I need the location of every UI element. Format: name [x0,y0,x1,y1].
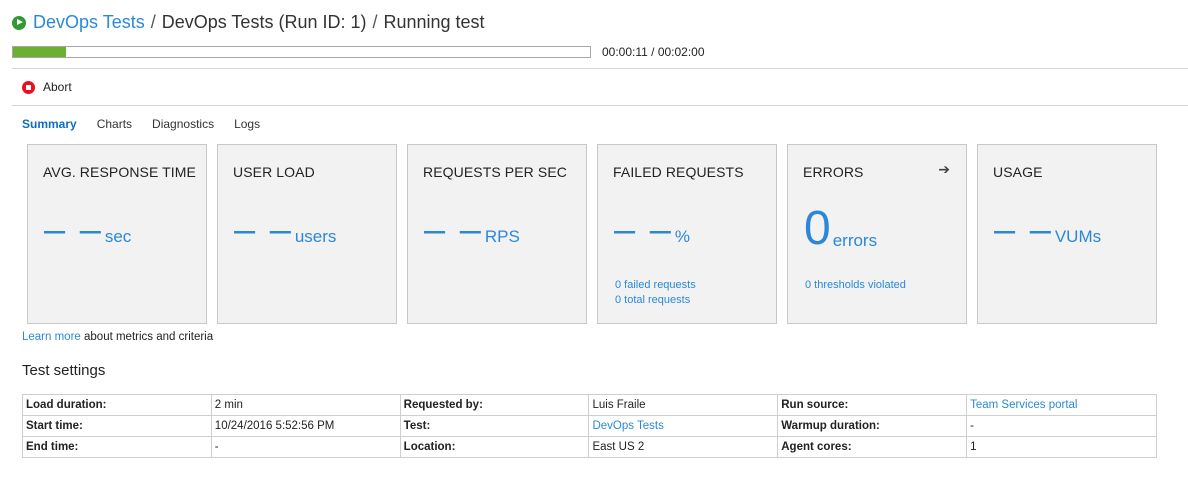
run-progress: 00:00:11 / 00:02:00 [12,45,705,59]
metric-unit: sec [104,227,132,246]
metric-card-user-load[interactable]: USER LOAD – – users [217,144,397,324]
setting-value: 1 [966,436,1157,458]
setting-value: Luis Fraile [588,394,779,416]
metric-title: ERRORS [803,164,864,180]
metric-number: – – [44,209,103,251]
progress-time: 00:00:11 / 00:02:00 [602,45,705,59]
metric-number: 0 [804,202,831,255]
learn-more-text: about metrics and criteria [80,331,214,343]
metric-title: USAGE [993,164,1043,180]
failed-requests-count-link[interactable]: 0 failed requests [615,279,696,291]
metric-number: – – [424,209,483,251]
metric-title: REQUESTS PER SEC [423,164,567,180]
metric-value: – – sec [44,211,131,249]
metric-value: – – % [614,211,690,249]
setting-label: Warmup duration: [777,415,968,437]
metric-unit: % [674,227,690,246]
divider [12,68,1188,69]
breadcrumb-root-link[interactable]: DevOps Tests [33,12,145,32]
metric-value: – – VUMs [994,211,1101,249]
table-row: Load duration: 2 min Requested by: Luis … [22,394,1157,416]
thresholds-violated-link[interactable]: 0 thresholds violated [805,279,906,291]
metric-unit: errors [832,231,878,250]
setting-value: - [210,436,401,458]
metric-title: USER LOAD [233,164,315,180]
run-source-link[interactable]: Team Services portal [966,394,1157,416]
table-row: Start time: 10/24/2016 5:52:56 PM Test: … [22,415,1157,437]
metric-unit: users [294,227,337,246]
setting-value: - [966,415,1157,437]
metric-unit: RPS [484,227,520,246]
tab-diagnostics[interactable]: Diagnostics [152,117,214,131]
abort-button[interactable]: Abort [43,80,72,94]
metric-value: – – RPS [424,211,520,249]
metric-title: AVG. RESPONSE TIME [43,164,196,180]
metric-value: 0 errors [804,205,877,253]
test-link[interactable]: DevOps Tests [588,415,779,437]
setting-label: Agent cores: [777,436,968,458]
metric-number: – – [614,209,673,251]
metric-card-errors[interactable]: ERRORS ➔ 0 errors 0 thresholds violated [787,144,967,324]
breadcrumb-status: Running test [383,12,485,32]
learn-more-link[interactable]: Learn more [22,331,81,343]
tab-bar: Summary Charts Diagnostics Logs [22,117,280,131]
divider [12,105,1188,106]
breadcrumb: DevOps Tests / DevOps Tests (Run ID: 1) … [33,12,485,33]
metric-number: – – [234,209,293,251]
metric-card-usage[interactable]: USAGE – – VUMs [977,144,1157,324]
metric-card-avg-response-time[interactable]: AVG. RESPONSE TIME – – sec [27,144,207,324]
metric-card-failed-requests[interactable]: FAILED REQUESTS – – % 0 failed requests … [597,144,777,324]
abort-icon[interactable] [22,80,35,94]
setting-value: East US 2 [588,436,779,458]
tab-charts[interactable]: Charts [97,117,132,131]
setting-label: Location: [399,436,590,458]
setting-label: Start time: [22,415,212,437]
setting-value: 2 min [210,394,401,416]
breadcrumb-run: DevOps Tests (Run ID: 1) [161,12,367,32]
total-requests-count-link[interactable]: 0 total requests [615,294,690,306]
toolbar: Abort [22,80,72,94]
breadcrumb-separator: / [367,12,383,32]
setting-label: Test: [399,415,590,437]
test-settings-heading: Test settings [22,362,106,379]
metric-title: FAILED REQUESTS [613,164,744,180]
metric-value: – – users [234,211,336,249]
arrow-right-icon[interactable]: ➔ [938,161,950,178]
metric-card-requests-per-sec[interactable]: REQUESTS PER SEC – – RPS [407,144,587,324]
setting-label: Run source: [777,394,968,416]
setting-label: Load duration: [22,394,212,416]
tab-summary[interactable]: Summary [22,117,77,131]
setting-label: Requested by: [399,394,590,416]
metric-unit: VUMs [1054,227,1102,246]
page-header: DevOps Tests / DevOps Tests (Run ID: 1) … [12,12,485,33]
learn-more-line: Learn more about metrics and criteria [22,331,213,343]
breadcrumb-separator: / [145,12,161,32]
setting-value: 10/24/2016 5:52:56 PM [210,415,401,437]
metric-cards: AVG. RESPONSE TIME – – sec USER LOAD – –… [27,144,1167,324]
test-settings-table: Load duration: 2 min Requested by: Luis … [22,394,1157,458]
progress-bar [12,46,591,58]
running-status-icon [12,15,26,30]
tab-logs[interactable]: Logs [234,117,260,131]
setting-label: End time: [22,436,212,458]
table-row: End time: - Location: East US 2 Agent co… [22,436,1157,458]
metric-number: – – [994,209,1053,251]
progress-fill [13,47,66,57]
